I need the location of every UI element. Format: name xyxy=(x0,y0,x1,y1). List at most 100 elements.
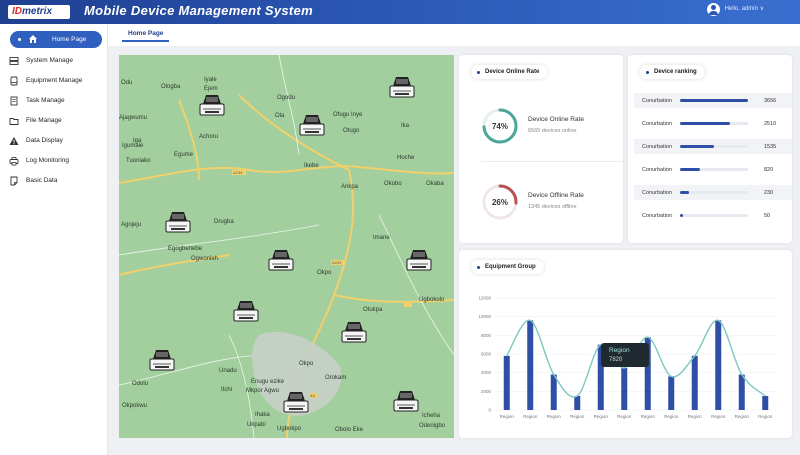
map-place-label: Ika xyxy=(401,123,410,129)
sidebar-item-equipment-manage[interactable]: Equipment Manage xyxy=(0,72,108,90)
sidebar-item-data-display[interactable]: Data Display xyxy=(0,132,108,150)
ranking-value: 50 xyxy=(764,213,771,219)
sidebar-item-label: Data Display xyxy=(26,137,63,144)
chart-tooltip: Region 7820 xyxy=(601,343,649,367)
ranking-bar-fill xyxy=(680,168,701,171)
map-place-label: Otukpa xyxy=(363,307,383,313)
y-tick-label: 12000 xyxy=(478,296,491,301)
ranking-value: 820 xyxy=(764,167,774,173)
ranking-name: Conurbation xyxy=(642,144,672,150)
map-place-label: Ogodu xyxy=(277,95,296,101)
device-icon xyxy=(393,391,419,412)
device-marker[interactable] xyxy=(297,113,327,139)
device-marker[interactable] xyxy=(197,93,227,119)
server-icon xyxy=(9,57,19,65)
chart-bar[interactable] xyxy=(762,396,769,410)
chart-bar[interactable] xyxy=(527,320,534,410)
x-tick-label: Region xyxy=(523,414,538,419)
folder-icon xyxy=(9,118,19,125)
map-place-label: Obolo Eke xyxy=(335,427,364,433)
ranking-name: Conurbation xyxy=(642,121,672,127)
map-place-label: Igumale xyxy=(122,143,144,149)
y-tick-label: 4000 xyxy=(481,370,492,375)
printer-icon xyxy=(9,157,19,166)
sidebar-item-system-manage[interactable]: System Manage xyxy=(0,52,108,70)
map-place-label: Egume xyxy=(174,152,194,158)
device-icon xyxy=(233,301,259,322)
device-map[interactable]: A233 A233 A3 Odu Ologba Iyale Ejem Ajagw… xyxy=(119,55,454,438)
device-marker[interactable] xyxy=(147,348,177,374)
device-marker[interactable] xyxy=(281,390,311,416)
device-icon xyxy=(268,250,294,271)
chart-bar[interactable] xyxy=(738,374,745,410)
card-title: Device ranking xyxy=(640,65,705,79)
ranking-value: 3656 xyxy=(764,98,777,104)
map-place-label: Okpo xyxy=(317,270,332,276)
note-icon xyxy=(10,176,18,186)
device-marker[interactable] xyxy=(266,248,296,274)
device-marker[interactable] xyxy=(339,320,369,346)
map-place-label: Mkpor Agwu xyxy=(246,388,280,394)
map-place-label: Agojeju xyxy=(121,222,142,228)
ranking-bar-fill xyxy=(680,214,684,217)
map-place-label: Odu xyxy=(121,80,133,86)
device-icon xyxy=(165,212,191,233)
sidebar-item-basic-data[interactable]: Basic Data xyxy=(0,172,108,190)
map-place-label: Ofugu Inye xyxy=(333,112,363,118)
sidebar-item-file-manage[interactable]: File Manage xyxy=(0,112,108,130)
map-place-label: Odenigbo xyxy=(419,423,446,429)
ranking-bar-fill xyxy=(680,99,748,102)
offline-percent: 26% xyxy=(492,198,508,207)
map-place-label: Okpo xyxy=(299,361,314,367)
map-place-label: Okobo xyxy=(384,181,402,187)
chart-bar[interactable] xyxy=(691,355,698,410)
ranking-row: Conurbation 2510 xyxy=(634,116,792,131)
ranking-bar-track xyxy=(680,214,748,217)
device-marker[interactable] xyxy=(391,389,421,415)
sidebar-item-log-monitoring[interactable]: Log Monitoring xyxy=(0,152,108,170)
map-place-label: Unadu xyxy=(219,368,237,374)
chart-bar[interactable] xyxy=(621,368,628,410)
chart-bar[interactable] xyxy=(715,320,722,410)
map-place-label: Ukpabi xyxy=(247,422,266,428)
device-marker[interactable] xyxy=(231,299,261,325)
chart-bar[interactable] xyxy=(668,376,675,410)
chart-bar[interactable] xyxy=(503,355,510,410)
sidebar: Home Page System Manage Equipment Manage… xyxy=(0,24,108,455)
x-tick-label: Region xyxy=(641,414,656,419)
x-tick-label: Region xyxy=(617,414,632,419)
user-menu[interactable]: Hello, admin ∨ xyxy=(706,3,764,16)
y-tick-label: 0 xyxy=(488,408,491,413)
y-tick-label: 6000 xyxy=(481,352,492,357)
sidebar-item-home-page[interactable]: Home Page xyxy=(10,31,102,48)
user-greeting[interactable]: Hello, admin ∨ xyxy=(725,5,764,12)
map-place-label: Ikebe xyxy=(304,163,319,169)
map-place-label: Ugbokpo xyxy=(277,426,302,432)
chart-bar[interactable] xyxy=(550,374,557,410)
device-marker[interactable] xyxy=(404,248,434,274)
tab-bar: Home Page xyxy=(108,24,800,46)
sidebar-item-label: System Manage xyxy=(26,57,73,64)
chart-bar[interactable] xyxy=(574,396,581,410)
device-marker[interactable] xyxy=(387,75,417,101)
ranking-value: 230 xyxy=(764,190,774,196)
ranking-name: Conurbation xyxy=(642,213,672,219)
online-rate-card: Device Online Rate 74% Device Online Rat… xyxy=(459,55,625,243)
x-tick-label: Region xyxy=(570,414,585,419)
ranking-row: Conurbation 230 xyxy=(634,185,792,200)
y-tick-label: 10000 xyxy=(478,314,491,319)
device-icon xyxy=(299,115,325,136)
y-tick-label: 2000 xyxy=(481,389,492,394)
device-marker[interactable] xyxy=(163,210,193,236)
document-icon xyxy=(10,96,18,106)
ranking-bar-fill xyxy=(680,145,714,148)
sidebar-item-label: File Manage xyxy=(26,117,62,124)
map-place-label: Tuoniako xyxy=(126,158,151,164)
device-icon xyxy=(10,76,18,86)
device-icon xyxy=(406,250,432,271)
tab-home-page[interactable]: Home Page xyxy=(121,30,170,42)
ranking-bar-track xyxy=(680,99,748,102)
x-tick-label: Region xyxy=(594,414,609,419)
user-avatar-icon[interactable] xyxy=(706,3,720,16)
sidebar-item-task-manage[interactable]: Task Manage xyxy=(0,92,108,110)
